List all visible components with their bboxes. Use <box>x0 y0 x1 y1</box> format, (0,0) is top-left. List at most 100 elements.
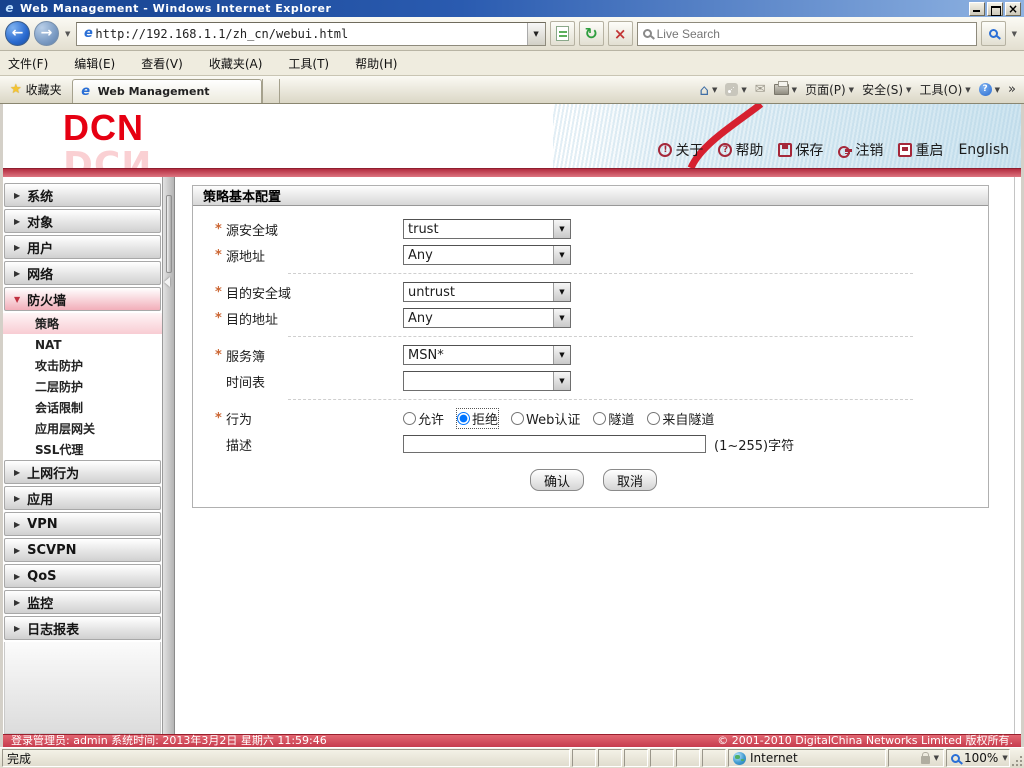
radio-deny-input[interactable] <box>457 411 471 425</box>
recent-pages-dropdown-icon[interactable]: ▼ <box>63 30 72 38</box>
zoom-dropdown-icon[interactable]: ▼ <box>1002 754 1007 762</box>
description-input[interactable] <box>403 435 706 453</box>
menu-bar: 文件(F) 编辑(E) 查看(V) 收藏夹(A) 工具(T) 帮助(H) <box>0 51 1024 76</box>
sidebar-item-objects[interactable]: ▶ 对象 <box>4 209 161 233</box>
tools-menu-button[interactable]: 工具(O) ▼ <box>919 81 970 98</box>
safety-menu-button[interactable]: 安全(S) ▼ <box>862 81 911 98</box>
address-dropdown-icon[interactable]: ▼ <box>526 22 545 45</box>
live-search-box[interactable] <box>636 21 977 46</box>
splitter-handle[interactable] <box>166 195 172 273</box>
sidebar-subitem-alg[interactable]: 应用层网关 <box>3 418 162 439</box>
about-link[interactable]: ! 关于 <box>658 140 703 160</box>
zoom-pane[interactable]: 100% ▼ <box>946 749 1010 767</box>
dst-zone-select[interactable]: untrust ▼ <box>403 282 571 302</box>
splitter-collapse-icon[interactable] <box>164 277 170 287</box>
menu-view[interactable]: 查看(V) <box>141 55 183 72</box>
compatibility-view-button[interactable] <box>549 21 575 46</box>
minimize-button[interactable] <box>969 1 985 16</box>
menu-favorites[interactable]: 收藏夹(A) <box>209 55 263 72</box>
help-link[interactable]: ? 帮助 <box>718 140 763 160</box>
sidebar-item-scvpn[interactable]: ▶ SCVPN <box>4 538 161 562</box>
radio-deny[interactable]: 拒绝 <box>456 407 500 429</box>
search-go-button[interactable] <box>980 21 1006 46</box>
menu-tools[interactable]: 工具(T) <box>288 55 329 72</box>
cancel-button[interactable]: 取消 <box>603 469 657 491</box>
red-stripe-divider <box>3 168 1021 177</box>
radio-allow-input[interactable] <box>403 411 416 425</box>
home-button[interactable]: ⌂ ▼ <box>699 82 717 97</box>
close-button[interactable] <box>1005 1 1021 16</box>
feeds-button[interactable]: ▼ <box>725 83 747 96</box>
sidebar-splitter[interactable] <box>162 177 175 734</box>
english-link[interactable]: English <box>958 142 1009 158</box>
reboot-link[interactable]: 重启 <box>898 140 943 160</box>
sidebar-item-system[interactable]: ▶ 系统 <box>4 183 161 207</box>
sidebar-item-firewall[interactable]: ▼ 防火墙 <box>4 287 161 311</box>
radio-web-auth[interactable]: Web认证 <box>511 409 580 428</box>
radio-tunnel[interactable]: 隧道 <box>593 409 634 428</box>
sidebar-item-qos[interactable]: ▶ QoS <box>4 564 161 588</box>
search-options-dropdown-icon[interactable]: ▼ <box>1010 30 1019 38</box>
mail-button[interactable]: ✉ <box>755 82 766 97</box>
new-tab-stub[interactable] <box>261 79 280 103</box>
radio-web-auth-input[interactable] <box>511 411 525 425</box>
sidebar-subitem-ssl-proxy[interactable]: SSL代理 <box>3 439 162 460</box>
menu-help[interactable]: 帮助(H) <box>355 55 397 72</box>
sidebar-subitem-policy[interactable]: 策略 <box>3 313 162 334</box>
select-dropdown-icon[interactable]: ▼ <box>553 246 570 264</box>
stop-button[interactable]: × <box>607 21 633 46</box>
schedule-select[interactable]: ▼ <box>403 371 571 391</box>
dashed-separator <box>288 399 913 400</box>
radio-from-tunnel[interactable]: 来自隧道 <box>647 409 714 428</box>
protected-mode-dropdown-icon[interactable]: ▼ <box>934 754 939 762</box>
forward-button[interactable]: → <box>34 21 59 46</box>
page-menu-button[interactable]: 页面(P) ▼ <box>805 81 854 98</box>
service-select[interactable]: MSN* ▼ <box>403 345 571 365</box>
dst-addr-select[interactable]: Any ▼ <box>403 308 571 328</box>
menu-edit[interactable]: 编辑(E) <box>74 55 115 72</box>
select-dropdown-icon[interactable]: ▼ <box>553 372 570 390</box>
sidebar-item-log-report[interactable]: ▶ 日志报表 <box>4 616 161 640</box>
print-button[interactable]: ▼ <box>773 81 797 95</box>
sidebar-subitem-attack-defense[interactable]: 攻击防护 <box>3 355 162 376</box>
address-field[interactable]: e ▼ <box>76 21 546 46</box>
sidebar-item-monitor[interactable]: ▶ 监控 <box>4 590 161 614</box>
back-button[interactable]: ← <box>5 21 30 46</box>
sidebar-item-network[interactable]: ▶ 网络 <box>4 261 161 285</box>
restore-button[interactable] <box>987 1 1003 16</box>
more-commands-chevron-icon[interactable] <box>1008 82 1016 97</box>
select-dropdown-icon[interactable]: ▼ <box>553 283 570 301</box>
sidebar-subitem-l2-defense[interactable]: 二层防护 <box>3 376 162 397</box>
sidebar-subitem-nat[interactable]: NAT <box>3 334 162 355</box>
help-menu-button[interactable]: ? ▼ <box>978 83 1000 96</box>
collapsed-arrow-icon: ▶ <box>14 571 21 581</box>
protected-mode-pane[interactable]: ▼ <box>888 749 944 767</box>
select-dropdown-icon[interactable]: ▼ <box>553 220 570 238</box>
src-zone-select[interactable]: trust ▼ <box>403 219 571 239</box>
menu-file[interactable]: 文件(F) <box>8 55 48 72</box>
src-addr-select[interactable]: Any ▼ <box>403 245 571 265</box>
sidebar-item-vpn[interactable]: ▶ VPN <box>4 512 161 536</box>
monitor-icon <box>898 143 913 157</box>
favorites-star-icon[interactable]: ★ <box>10 82 22 97</box>
url-input[interactable] <box>95 26 527 41</box>
sidebar-item-web-behavior[interactable]: ▶ 上网行为 <box>4 460 161 484</box>
tab-web-management[interactable]: e Web Management <box>71 79 262 103</box>
sidebar-filler <box>4 642 161 734</box>
radio-tunnel-input[interactable] <box>593 411 607 425</box>
sidebar-item-users[interactable]: ▶ 用户 <box>4 235 161 259</box>
form-row-schedule: 时间表 ▼ <box>193 368 988 394</box>
logout-link[interactable]: 注销 <box>838 140 883 160</box>
sidebar-subitem-session-limit[interactable]: 会话限制 <box>3 397 162 418</box>
sidebar-item-application[interactable]: ▶ 应用 <box>4 486 161 510</box>
save-link[interactable]: 保存 <box>778 140 823 160</box>
search-input[interactable] <box>656 26 971 41</box>
favorites-label[interactable]: 收藏夹 <box>26 81 62 98</box>
radio-allow[interactable]: 允许 <box>403 409 444 428</box>
select-dropdown-icon[interactable]: ▼ <box>553 309 570 327</box>
radio-from-tunnel-input[interactable] <box>647 411 661 425</box>
confirm-button[interactable]: 确认 <box>530 469 584 491</box>
refresh-button[interactable]: ↻ <box>578 21 604 46</box>
select-dropdown-icon[interactable]: ▼ <box>553 346 570 364</box>
resize-grip[interactable] <box>1010 748 1024 768</box>
